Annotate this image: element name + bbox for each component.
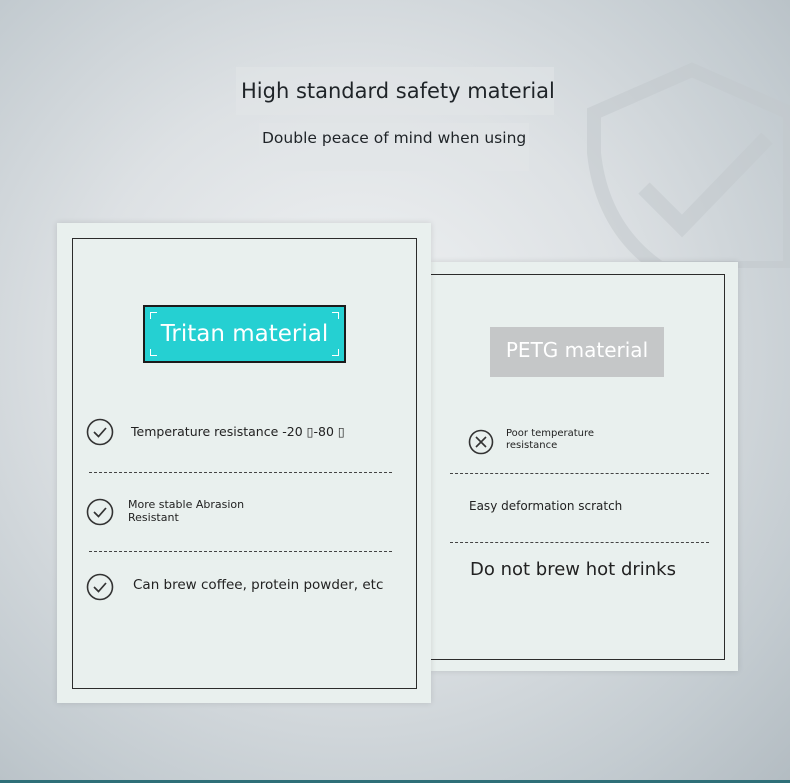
petg-feature-scratch: Easy deformation scratch xyxy=(469,499,623,513)
frame-corner-bottom-right xyxy=(332,349,339,356)
frame-corner-top-left xyxy=(150,312,157,319)
tritan-feature-temperature: Temperature resistance -20 ▯-80 ▯ xyxy=(131,424,345,439)
frame-corner-bottom-left xyxy=(150,349,157,356)
check-circle-icon xyxy=(86,573,114,601)
petg-feature-temperature: Poor temperature resistance xyxy=(506,428,595,451)
frame-corner-top-right xyxy=(332,312,339,319)
tritan-comparison-card: Tritan material Temperature resistance -… xyxy=(57,223,431,703)
petg-feature-hot-drinks: Do not brew hot drinks xyxy=(470,559,676,580)
page-headline: High standard safety material xyxy=(236,67,555,115)
petg-divider-1 xyxy=(450,473,709,474)
shield-check-watermark-icon xyxy=(582,58,790,275)
tritan-title-badge: Tritan material xyxy=(143,305,346,363)
tritan-divider-2 xyxy=(89,551,392,552)
tritan-divider-1 xyxy=(89,472,392,473)
petg-comparison-card: PETG material Poor temperature resistanc… xyxy=(431,262,738,671)
petg-title-badge: PETG material xyxy=(490,327,664,377)
petg-divider-2 xyxy=(450,542,709,543)
check-circle-icon xyxy=(86,498,114,526)
page-subheadline: Double peace of mind when using xyxy=(259,123,529,171)
tritan-feature-brew: Can brew coffee, protein powder, etc xyxy=(133,577,384,593)
tritan-title-text: Tritan material xyxy=(160,321,329,347)
check-circle-icon xyxy=(86,418,114,446)
tritan-feature-abrasion: More stable Abrasion Resistant xyxy=(128,498,245,524)
x-circle-icon xyxy=(468,429,494,455)
